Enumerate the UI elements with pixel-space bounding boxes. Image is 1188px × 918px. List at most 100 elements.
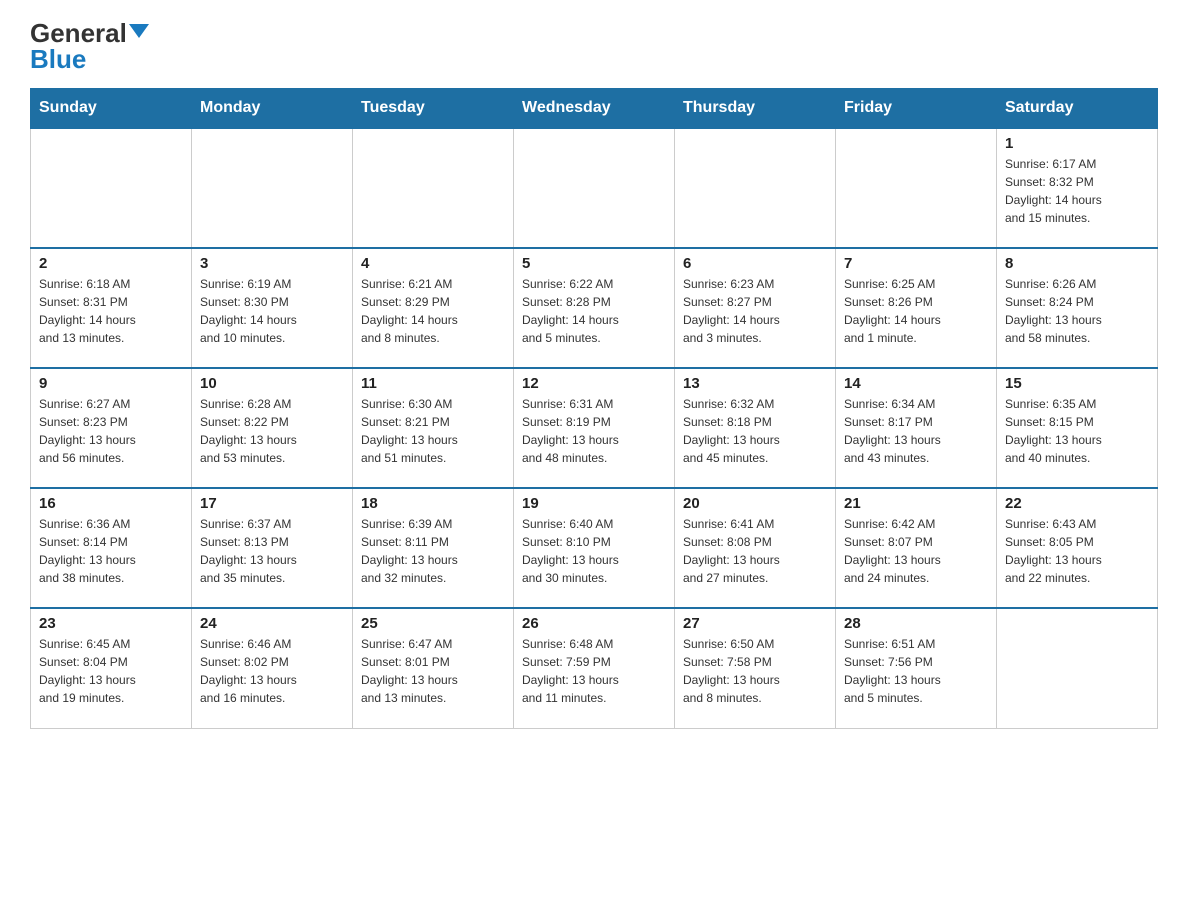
calendar-cell: 3 Sunrise: 6:19 AM Sunset: 8:30 PM Daylig… — [192, 248, 353, 368]
calendar-cell — [836, 128, 997, 248]
calendar-cell: 21 Sunrise: 6:42 AM Sunset: 8:07 PM Dayli… — [836, 488, 997, 608]
calendar-table: SundayMondayTuesdayWednesdayThursdayFrid… — [30, 88, 1158, 729]
weekday-header-saturday: Saturday — [997, 89, 1158, 129]
day-info: Sunrise: 6:51 AM Sunset: 7:56 PM Dayligh… — [844, 635, 988, 707]
weekday-header-row: SundayMondayTuesdayWednesdayThursdayFrid… — [31, 89, 1158, 129]
calendar-cell: 7 Sunrise: 6:25 AM Sunset: 8:26 PM Daylig… — [836, 248, 997, 368]
day-info: Sunrise: 6:37 AM Sunset: 8:13 PM Dayligh… — [200, 515, 344, 587]
calendar-week-row: 23 Sunrise: 6:45 AM Sunset: 8:04 PM Dayli… — [31, 608, 1158, 728]
day-number: 2 — [39, 255, 183, 272]
day-number: 9 — [39, 375, 183, 392]
calendar-cell: 27 Sunrise: 6:50 AM Sunset: 7:58 PM Dayli… — [675, 608, 836, 728]
day-number: 20 — [683, 495, 827, 512]
day-info: Sunrise: 6:17 AM Sunset: 8:32 PM Dayligh… — [1005, 155, 1149, 227]
day-info: Sunrise: 6:34 AM Sunset: 8:17 PM Dayligh… — [844, 395, 988, 467]
day-number: 26 — [522, 615, 666, 632]
day-number: 22 — [1005, 495, 1149, 512]
calendar-week-row: 1 Sunrise: 6:17 AM Sunset: 8:32 PM Daylig… — [31, 128, 1158, 248]
day-info: Sunrise: 6:40 AM Sunset: 8:10 PM Dayligh… — [522, 515, 666, 587]
calendar-cell: 2 Sunrise: 6:18 AM Sunset: 8:31 PM Daylig… — [31, 248, 192, 368]
day-info: Sunrise: 6:48 AM Sunset: 7:59 PM Dayligh… — [522, 635, 666, 707]
calendar-cell: 22 Sunrise: 6:43 AM Sunset: 8:05 PM Dayli… — [997, 488, 1158, 608]
day-info: Sunrise: 6:23 AM Sunset: 8:27 PM Dayligh… — [683, 275, 827, 347]
day-info: Sunrise: 6:21 AM Sunset: 8:29 PM Dayligh… — [361, 275, 505, 347]
day-info: Sunrise: 6:18 AM Sunset: 8:31 PM Dayligh… — [39, 275, 183, 347]
day-info: Sunrise: 6:41 AM Sunset: 8:08 PM Dayligh… — [683, 515, 827, 587]
day-info: Sunrise: 6:50 AM Sunset: 7:58 PM Dayligh… — [683, 635, 827, 707]
day-info: Sunrise: 6:45 AM Sunset: 8:04 PM Dayligh… — [39, 635, 183, 707]
calendar-cell: 15 Sunrise: 6:35 AM Sunset: 8:15 PM Dayli… — [997, 368, 1158, 488]
day-number: 10 — [200, 375, 344, 392]
day-info: Sunrise: 6:31 AM Sunset: 8:19 PM Dayligh… — [522, 395, 666, 467]
weekday-header-friday: Friday — [836, 89, 997, 129]
day-number: 27 — [683, 615, 827, 632]
calendar-cell: 20 Sunrise: 6:41 AM Sunset: 8:08 PM Dayli… — [675, 488, 836, 608]
day-number: 11 — [361, 375, 505, 392]
day-number: 16 — [39, 495, 183, 512]
weekday-header-sunday: Sunday — [31, 89, 192, 129]
logo: General Blue — [30, 20, 149, 72]
calendar-cell: 16 Sunrise: 6:36 AM Sunset: 8:14 PM Dayli… — [31, 488, 192, 608]
calendar-cell — [997, 608, 1158, 728]
day-number: 4 — [361, 255, 505, 272]
calendar-cell — [675, 128, 836, 248]
day-number: 17 — [200, 495, 344, 512]
weekday-header-tuesday: Tuesday — [353, 89, 514, 129]
day-info: Sunrise: 6:39 AM Sunset: 8:11 PM Dayligh… — [361, 515, 505, 587]
day-number: 12 — [522, 375, 666, 392]
calendar-cell — [514, 128, 675, 248]
calendar-cell: 5 Sunrise: 6:22 AM Sunset: 8:28 PM Daylig… — [514, 248, 675, 368]
day-info: Sunrise: 6:22 AM Sunset: 8:28 PM Dayligh… — [522, 275, 666, 347]
weekday-header-thursday: Thursday — [675, 89, 836, 129]
day-info: Sunrise: 6:19 AM Sunset: 8:30 PM Dayligh… — [200, 275, 344, 347]
calendar-cell: 4 Sunrise: 6:21 AM Sunset: 8:29 PM Daylig… — [353, 248, 514, 368]
day-number: 24 — [200, 615, 344, 632]
calendar-cell: 9 Sunrise: 6:27 AM Sunset: 8:23 PM Daylig… — [31, 368, 192, 488]
day-info: Sunrise: 6:47 AM Sunset: 8:01 PM Dayligh… — [361, 635, 505, 707]
calendar-cell: 1 Sunrise: 6:17 AM Sunset: 8:32 PM Daylig… — [997, 128, 1158, 248]
calendar-cell: 28 Sunrise: 6:51 AM Sunset: 7:56 PM Dayli… — [836, 608, 997, 728]
day-info: Sunrise: 6:46 AM Sunset: 8:02 PM Dayligh… — [200, 635, 344, 707]
day-info: Sunrise: 6:25 AM Sunset: 8:26 PM Dayligh… — [844, 275, 988, 347]
page-header: General Blue — [30, 20, 1158, 72]
day-number: 5 — [522, 255, 666, 272]
calendar-cell: 10 Sunrise: 6:28 AM Sunset: 8:22 PM Dayli… — [192, 368, 353, 488]
day-number: 18 — [361, 495, 505, 512]
day-number: 3 — [200, 255, 344, 272]
calendar-cell: 14 Sunrise: 6:34 AM Sunset: 8:17 PM Dayli… — [836, 368, 997, 488]
day-number: 23 — [39, 615, 183, 632]
day-number: 6 — [683, 255, 827, 272]
day-info: Sunrise: 6:43 AM Sunset: 8:05 PM Dayligh… — [1005, 515, 1149, 587]
calendar-cell — [192, 128, 353, 248]
calendar-cell — [31, 128, 192, 248]
day-number: 15 — [1005, 375, 1149, 392]
day-info: Sunrise: 6:32 AM Sunset: 8:18 PM Dayligh… — [683, 395, 827, 467]
logo-general: General — [30, 20, 149, 46]
calendar-cell: 17 Sunrise: 6:37 AM Sunset: 8:13 PM Dayli… — [192, 488, 353, 608]
calendar-cell — [353, 128, 514, 248]
calendar-cell: 18 Sunrise: 6:39 AM Sunset: 8:11 PM Dayli… — [353, 488, 514, 608]
calendar-cell: 26 Sunrise: 6:48 AM Sunset: 7:59 PM Dayli… — [514, 608, 675, 728]
day-info: Sunrise: 6:42 AM Sunset: 8:07 PM Dayligh… — [844, 515, 988, 587]
calendar-cell: 6 Sunrise: 6:23 AM Sunset: 8:27 PM Daylig… — [675, 248, 836, 368]
day-number: 21 — [844, 495, 988, 512]
day-info: Sunrise: 6:36 AM Sunset: 8:14 PM Dayligh… — [39, 515, 183, 587]
calendar-cell: 13Sunrise: 6:32 AM Sunset: 8:18 PM Dayli… — [675, 368, 836, 488]
day-number: 8 — [1005, 255, 1149, 272]
day-number: 28 — [844, 615, 988, 632]
day-number: 1 — [1005, 135, 1149, 152]
calendar-cell: 8Sunrise: 6:26 AM Sunset: 8:24 PM Daylig… — [997, 248, 1158, 368]
calendar-cell: 24 Sunrise: 6:46 AM Sunset: 8:02 PM Dayli… — [192, 608, 353, 728]
day-info: Sunrise: 6:30 AM Sunset: 8:21 PM Dayligh… — [361, 395, 505, 467]
day-info: Sunrise: 6:28 AM Sunset: 8:22 PM Dayligh… — [200, 395, 344, 467]
day-info: Sunrise: 6:27 AM Sunset: 8:23 PM Dayligh… — [39, 395, 183, 467]
logo-blue-text: Blue — [30, 46, 149, 72]
day-number: 14 — [844, 375, 988, 392]
calendar-cell: 23 Sunrise: 6:45 AM Sunset: 8:04 PM Dayli… — [31, 608, 192, 728]
calendar-cell: 11 Sunrise: 6:30 AM Sunset: 8:21 PM Dayli… — [353, 368, 514, 488]
day-number: 7 — [844, 255, 988, 272]
day-number: 25 — [361, 615, 505, 632]
calendar-week-row: 16 Sunrise: 6:36 AM Sunset: 8:14 PM Dayli… — [31, 488, 1158, 608]
day-info: Sunrise: 6:35 AM Sunset: 8:15 PM Dayligh… — [1005, 395, 1149, 467]
calendar-cell: 12 Sunrise: 6:31 AM Sunset: 8:19 PM Dayli… — [514, 368, 675, 488]
